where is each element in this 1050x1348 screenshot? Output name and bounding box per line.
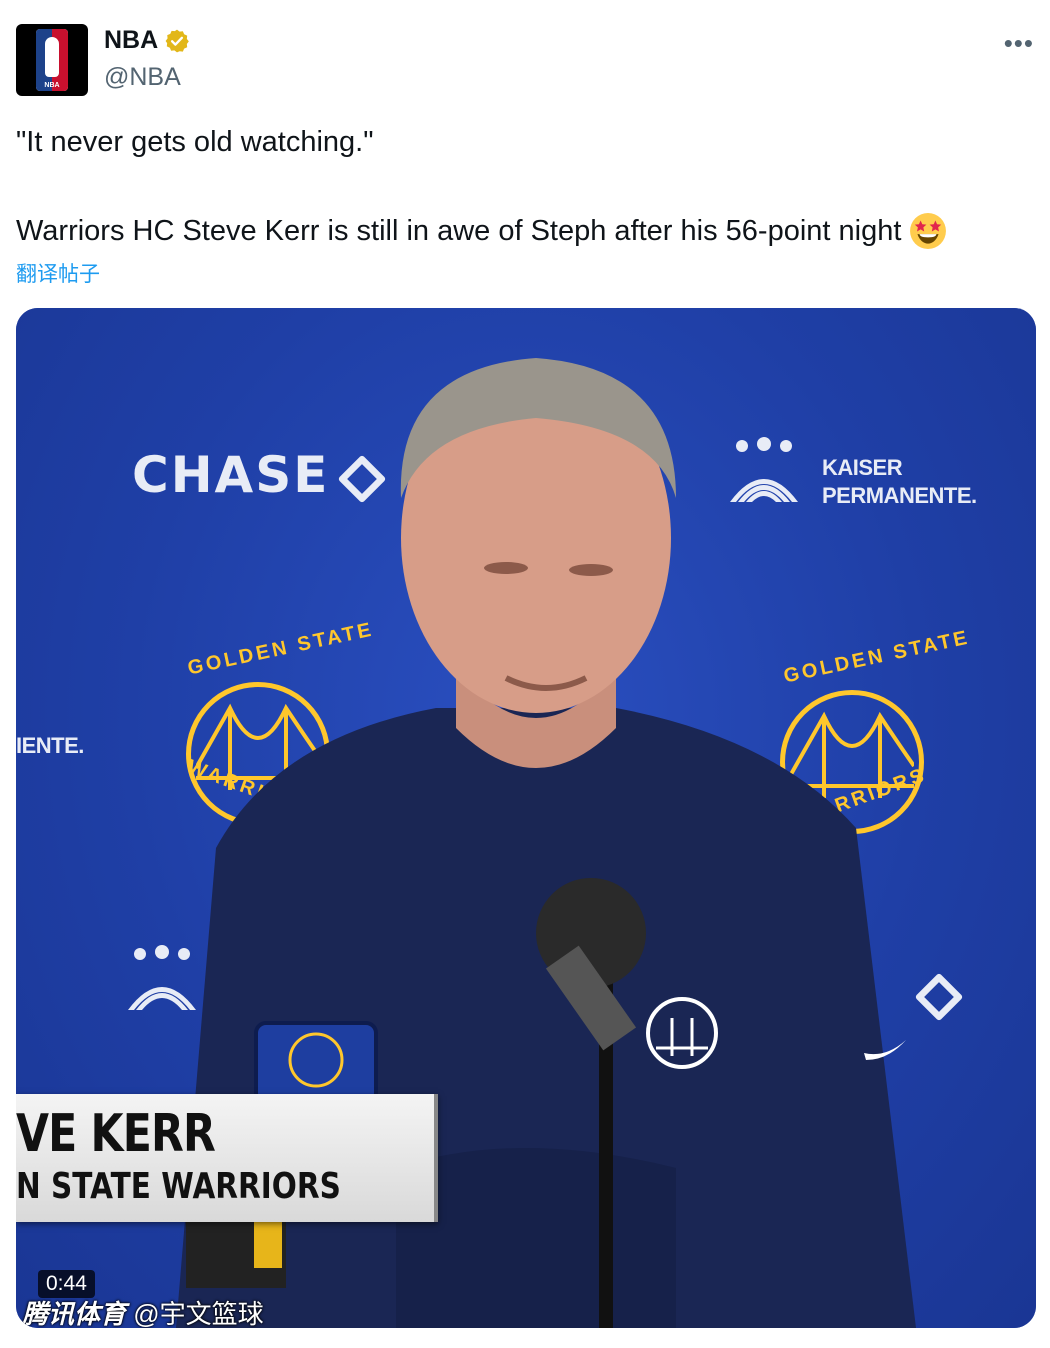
display-name-text: NBA bbox=[104, 26, 159, 54]
name-lower-third: VE KERR N STATE WARRIORS bbox=[16, 1094, 438, 1222]
verified-badge-icon bbox=[165, 29, 189, 52]
video-watermark: 腾讯体育 @宇文篮球 bbox=[22, 1294, 264, 1328]
lower-third-name: VE KERR bbox=[16, 1104, 216, 1164]
watermark-user: @宇文篮球 bbox=[133, 1299, 264, 1328]
avatar-logo-text: NBA bbox=[44, 82, 60, 89]
display-name[interactable]: NBA bbox=[104, 26, 190, 55]
handle[interactable]: @NBA bbox=[104, 63, 190, 92]
tweet-body-text: Warriors HC Steve Kerr is still in awe o… bbox=[16, 215, 902, 247]
tweet-line-body: Warriors HC Steve Kerr is still in awe o… bbox=[16, 212, 1034, 250]
tweet-header: NBA NBA @NBA ••• bbox=[16, 22, 1034, 98]
more-options-icon[interactable]: ••• bbox=[1004, 28, 1034, 59]
video-player[interactable]: CHASE KAISER PERMANENTE. IENTE. GOLDEN S… bbox=[16, 308, 1036, 1328]
lower-third-team: N STATE WARRIORS bbox=[16, 1166, 341, 1207]
translate-post-link[interactable]: 翻译帖子 bbox=[16, 258, 100, 288]
nba-logo-icon: NBA bbox=[36, 29, 68, 91]
star-struck-emoji bbox=[910, 213, 947, 249]
tweet-line-quote: "It never gets old watching." bbox=[16, 126, 374, 158]
account-names: NBA @NBA bbox=[104, 26, 190, 92]
tweet-text: "It never gets old watching." Warriors H… bbox=[16, 124, 1034, 250]
watermark-brand: 腾讯体育 bbox=[22, 1299, 127, 1328]
avatar[interactable]: NBA bbox=[16, 24, 88, 96]
